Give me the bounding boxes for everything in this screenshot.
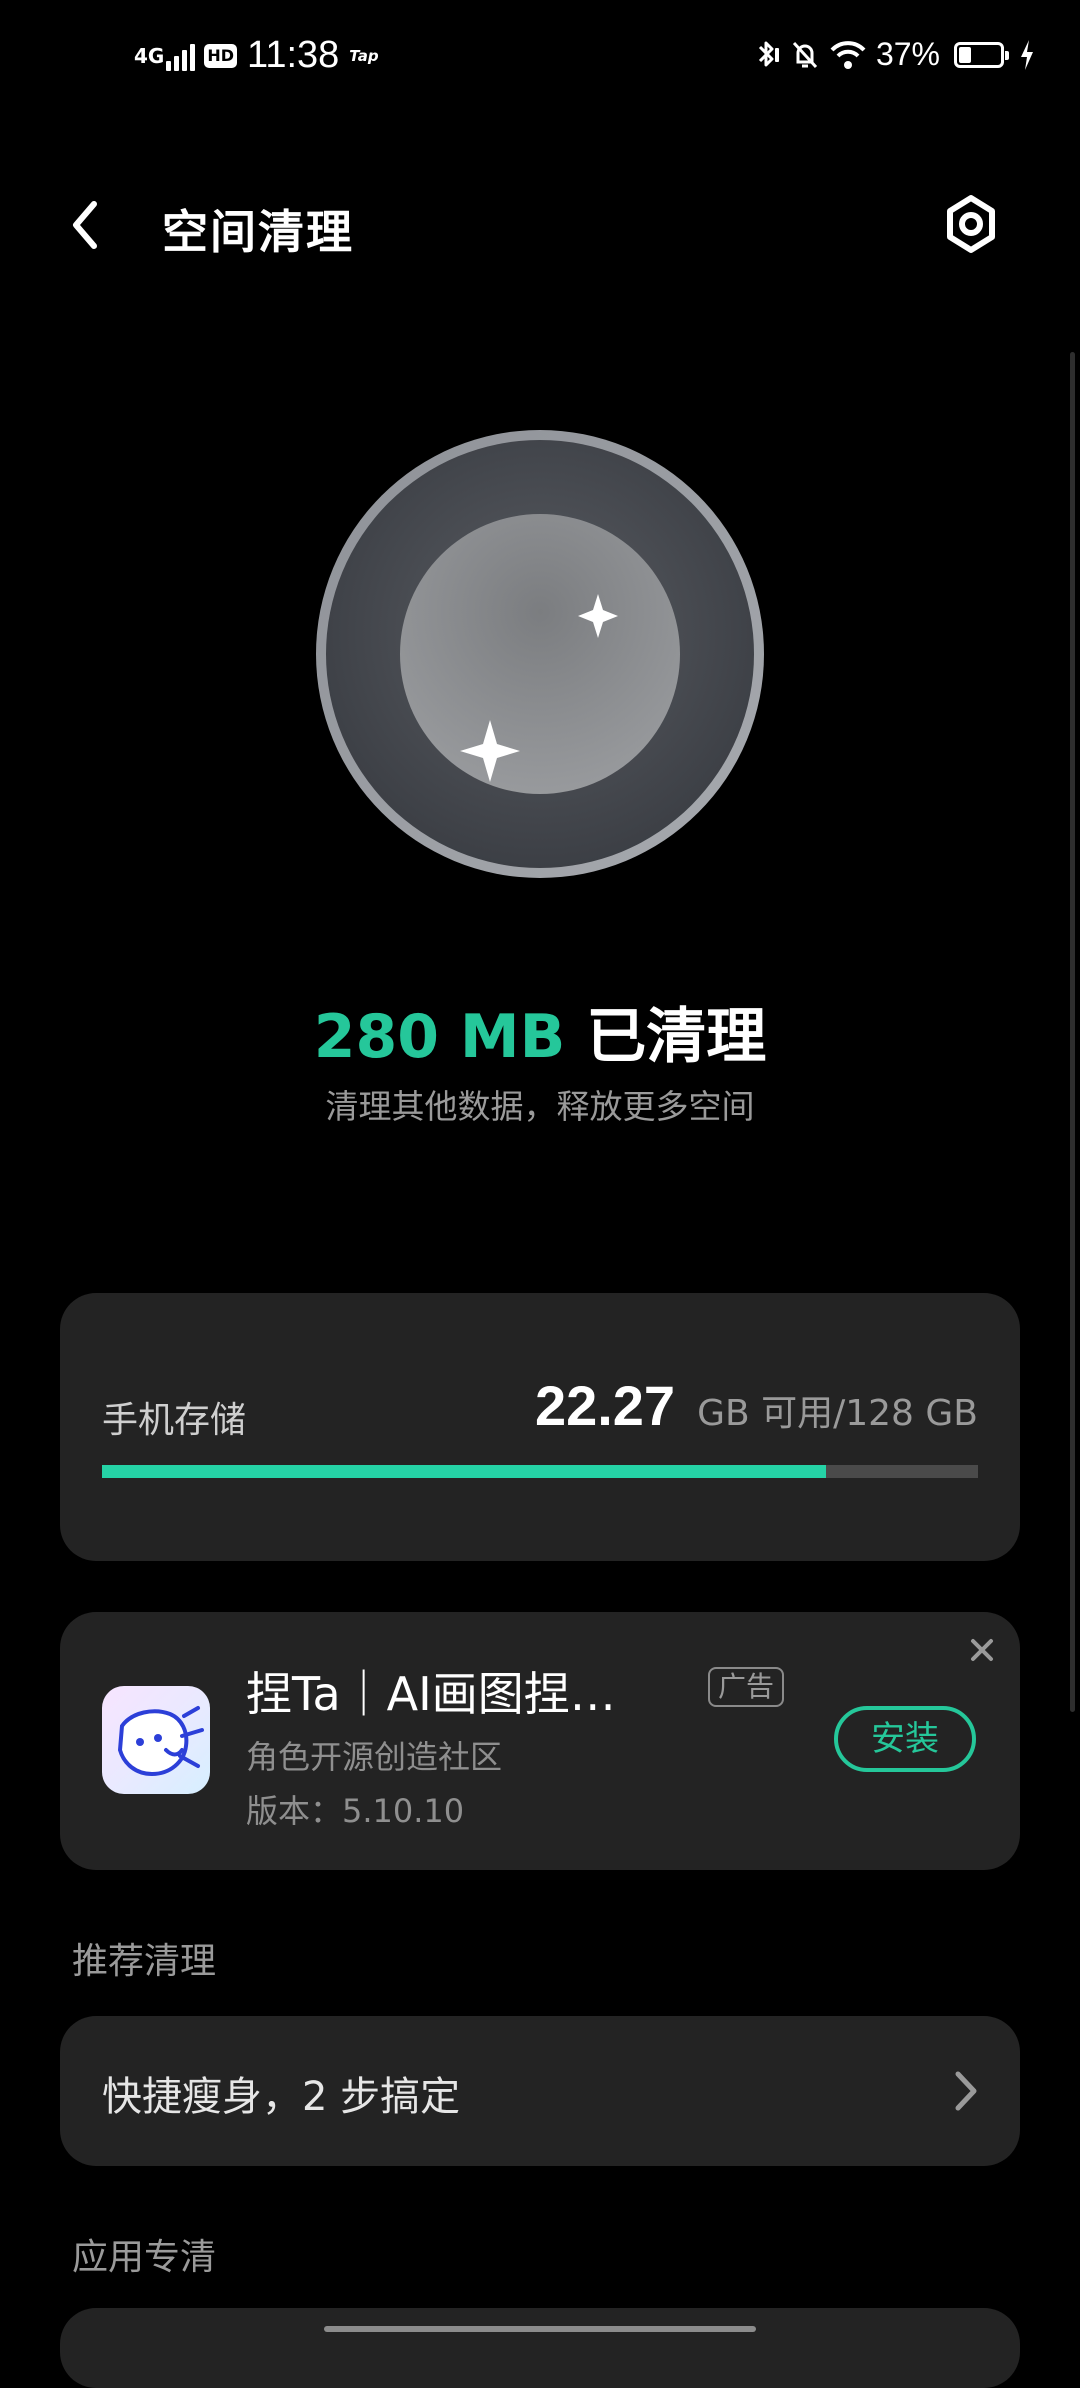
network-type: 4G <box>134 43 165 68</box>
cleaned-summary: 280 MB 已清理 <box>0 988 1080 1075</box>
tap-label: Tap <box>349 46 379 65</box>
hd-icon: HD <box>204 43 238 68</box>
storage-card[interactable]: 手机存储 22.27 GB 可用/128 GB <box>60 1293 1020 1561</box>
status-time: 11:38 <box>247 34 340 76</box>
ad-version: 版本：5.10.10 <box>246 1792 465 1830</box>
battery-icon <box>954 41 1009 68</box>
section-recommended-title: 推荐清理 <box>72 1941 217 1982</box>
settings-gear-icon <box>947 195 995 253</box>
chevron-right-icon <box>950 2066 980 2116</box>
status-bar: 4G HD 11:38 Tap 37% <box>0 0 1080 120</box>
storage-label: 手机存储 <box>102 1400 247 1441</box>
ad-close-button[interactable] <box>964 1632 1000 1668</box>
ad-app-title: 捏Ta｜AI画图捏… <box>246 1667 616 1721</box>
storage-progress-bar <box>102 1465 978 1478</box>
cleaned-suffix: 已清理 <box>565 1002 767 1072</box>
storage-capacity-text: GB 可用/128 GB <box>697 1393 978 1434</box>
storage-values: 22.27 GB 可用/128 GB <box>535 1373 978 1438</box>
status-left: 4G HD 11:38 Tap <box>134 34 379 77</box>
bluetooth-icon <box>758 41 779 66</box>
battery-level <box>959 46 972 63</box>
app-specific-card[interactable] <box>60 2308 1020 2388</box>
back-arrow-icon <box>73 201 97 249</box>
cleanup-subtitle: 清理其他数据，释放更多空间 <box>325 1087 755 1126</box>
cleanup-bin-illustration <box>312 426 768 882</box>
storage-free-value: 22.27 <box>534 1374 676 1437</box>
battery-percentage: 37% <box>875 36 940 72</box>
quick-slim-item[interactable]: 快捷瘦身，2 步搞定 <box>60 2016 1020 2166</box>
cleaned-amount: 280 MB <box>313 1002 566 1072</box>
charging-icon <box>1021 39 1033 70</box>
status-right: 37% <box>752 36 1044 73</box>
ad-card[interactable]: 捏Ta｜AI画图捏… 广告 角色开源创造社区 版本：5.10.10 安装 <box>60 1612 1020 1870</box>
ad-description: 角色开源创造社区 <box>246 1738 503 1776</box>
close-icon <box>971 1639 993 1661</box>
page-title: 空间清理 <box>162 205 354 259</box>
back-button[interactable] <box>60 190 120 260</box>
settings-button[interactable] <box>940 190 1002 260</box>
signal-icon <box>166 41 198 71</box>
install-button[interactable]: 安装 <box>834 1706 976 1772</box>
section-app-specific-title: 应用专清 <box>72 2237 217 2278</box>
ad-badge: 广告 <box>708 1667 785 1707</box>
storage-progress-fill <box>102 1465 826 1478</box>
home-indicator[interactable] <box>324 2326 756 2332</box>
quick-slim-label: 快捷瘦身，2 步搞定 <box>102 2074 461 2120</box>
mute-bell-icon <box>792 41 818 68</box>
wifi-icon <box>830 40 866 69</box>
app-icon <box>102 1686 210 1794</box>
